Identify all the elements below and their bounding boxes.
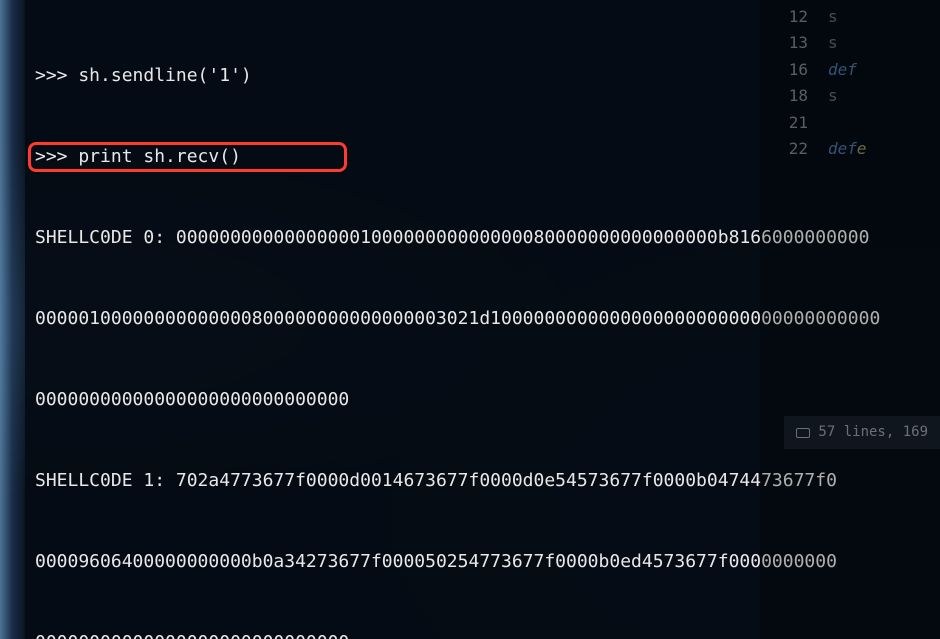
status-text: 57 lines, 169 xyxy=(818,422,928,443)
panel-icon xyxy=(796,428,810,438)
gutter-line: 18s xyxy=(760,83,940,109)
left-edge-decoration xyxy=(0,0,25,639)
gutter-line: 13s xyxy=(760,30,940,56)
gutter-line: 22def e xyxy=(760,136,940,162)
editor-status-bar: 57 lines, 169 xyxy=(784,416,940,449)
gutter-line: 16def xyxy=(760,57,940,83)
gutter-line: 12s xyxy=(760,4,940,30)
editor-panel: 12s 13s 16def 18s 21 22def e 57 lines, 1… xyxy=(760,0,940,639)
gutter-line: 21 xyxy=(760,110,940,136)
